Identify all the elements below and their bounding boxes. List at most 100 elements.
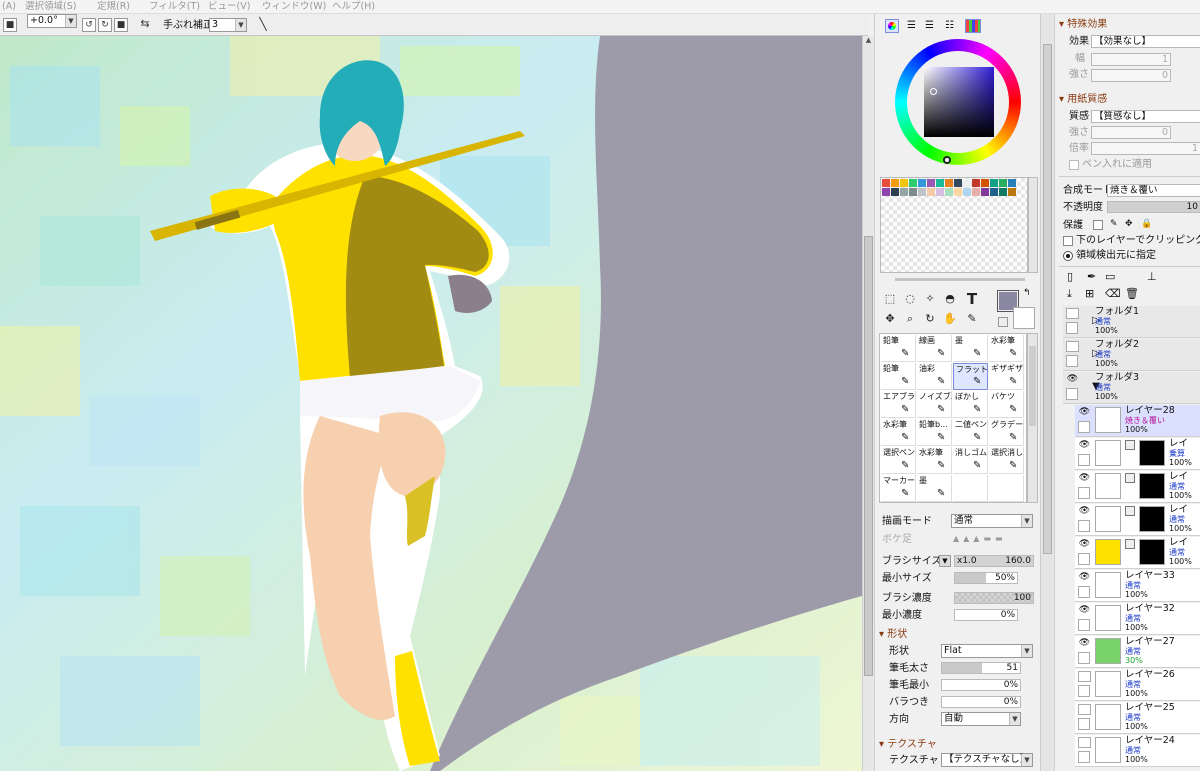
palette-scrollbar[interactable]	[1028, 177, 1038, 273]
move-icon[interactable]: ✥	[881, 310, 899, 328]
effects-section-header[interactable]: ▾ 特殊効果	[1059, 18, 1107, 31]
ruler-icon[interactable]: ⊥	[1147, 270, 1157, 283]
brush-slot[interactable]: ぼかし ✎	[953, 391, 988, 418]
canvas-scroll-thumb[interactable]	[864, 236, 873, 676]
hand-icon[interactable]: ✋	[941, 310, 959, 328]
brush-slot[interactable]: 墨 ✎	[917, 475, 952, 502]
palette-swatch[interactable]	[990, 179, 998, 187]
rotate-right-icon[interactable]: ↻	[98, 18, 112, 32]
brush-scroll-thumb[interactable]	[1029, 346, 1036, 426]
texture-dropdown[interactable]: 【テクスチャなし】 ▼	[941, 753, 1033, 767]
clipping-checkbox[interactable]	[1063, 236, 1073, 246]
text-tool-icon[interactable]: T	[963, 290, 981, 308]
visibility-eye-icon[interactable]: 👁	[1078, 506, 1091, 517]
flip-horizontal-icon[interactable]: ⇆	[138, 18, 152, 32]
palette-swatch[interactable]	[1008, 179, 1016, 187]
link-icon[interactable]	[1125, 440, 1135, 450]
palette-swatch[interactable]	[945, 188, 953, 196]
stop-icon[interactable]: ■	[3, 18, 17, 32]
palette-swatch[interactable]	[909, 188, 917, 196]
palette-swatch[interactable]	[945, 179, 953, 187]
layer-row[interactable]: レイヤー25 通常 100%	[1075, 702, 1200, 734]
drawing-canvas[interactable]	[0, 36, 862, 771]
bristle-width-slider[interactable]: 51	[941, 662, 1021, 674]
transfer-down-icon[interactable]: ⤓	[1067, 287, 1072, 301]
layer-row[interactable]: 👁 レイ 乗算 100%	[1075, 438, 1200, 470]
canvas-vertical-scrollbar[interactable]: ▲	[862, 36, 874, 771]
palette-swatch[interactable]	[963, 179, 971, 187]
min-density-slider[interactable]: 0%	[954, 609, 1018, 621]
swatch-grid-icon[interactable]	[965, 19, 981, 33]
brush-slot[interactable]: 鉛筆b... ✎	[917, 419, 952, 446]
new-folder-icon[interactable]: ▭	[1105, 270, 1115, 283]
palette-swatch[interactable]	[882, 188, 890, 196]
lock-icon[interactable]: 🔒	[1141, 219, 1152, 229]
clear-layer-icon[interactable]: ⌫	[1105, 287, 1121, 300]
brush-slot[interactable]: 鉛筆 ✎	[881, 363, 916, 390]
palette-swatch[interactable]	[963, 188, 971, 196]
layer-lock-checkbox[interactable]	[1078, 718, 1090, 730]
merge-down-icon[interactable]: ⊞	[1085, 287, 1094, 300]
palette-swatch[interactable]	[891, 179, 899, 187]
magic-wand-icon[interactable]: ✧	[921, 290, 939, 308]
palette-swatch[interactable]	[900, 179, 908, 187]
selection-source-radio[interactable]	[1063, 251, 1073, 261]
straight-line-icon[interactable]: ╲	[256, 18, 270, 32]
draw-mode-dropdown[interactable]: 通常 ▼	[951, 514, 1033, 528]
brush-scrollbar[interactable]	[1027, 333, 1038, 503]
layer-lock-checkbox[interactable]	[1078, 619, 1090, 631]
visibility-eye-icon[interactable]	[1066, 308, 1079, 319]
brush-slot[interactable]: 線画 ✎	[917, 335, 952, 362]
scroll-up-icon[interactable]: ▲	[864, 36, 873, 46]
visibility-eye-icon[interactable]: 👁	[1078, 638, 1091, 649]
link-icon[interactable]	[1125, 473, 1135, 483]
layer-folder[interactable]: 👁 ▼ フォルダ3 通常 100%	[1063, 372, 1200, 404]
brush-slot[interactable]: グラデーション ✎	[989, 419, 1024, 446]
link-icon[interactable]	[1125, 539, 1135, 549]
tool-panel-scrollbar[interactable]	[1040, 14, 1054, 771]
visibility-eye-icon[interactable]: 👁	[1078, 539, 1091, 550]
rotate-left-icon[interactable]: ↺	[82, 18, 96, 32]
effect-dropdown[interactable]: 【効果なし】	[1091, 35, 1200, 48]
stabilizer-dropdown[interactable]: 3 ▼	[209, 18, 247, 32]
menu-item-filter[interactable]: フィルタ(T)	[149, 0, 200, 13]
palette-swatch[interactable]	[936, 179, 944, 187]
blend-mode-dropdown[interactable]: 焼き＆覆い	[1107, 184, 1200, 197]
bristle-min-slider[interactable]: 0%	[941, 679, 1021, 691]
effect-strength-field[interactable]: 0	[1091, 69, 1171, 82]
layer-lock-checkbox[interactable]	[1078, 454, 1090, 466]
brush-slot[interactable]: 水彩筆 ✎	[989, 335, 1024, 362]
new-layer-icon[interactable]: ▯	[1067, 270, 1073, 283]
palette-swatch[interactable]	[999, 179, 1007, 187]
menu-item-view[interactable]: ビュー(V)	[208, 0, 250, 13]
pen-icon[interactable]: ✎	[1110, 219, 1118, 229]
eyedropper-icon[interactable]: ✎	[963, 310, 981, 328]
move-icon[interactable]: ✥	[1125, 219, 1133, 229]
layer-row[interactable]: レイヤー26 通常 100%	[1075, 669, 1200, 701]
shape-dropdown[interactable]: Flat ▼	[941, 644, 1033, 658]
rect-select-icon[interactable]: ⬚	[881, 290, 899, 308]
hue-picker-cursor[interactable]	[943, 156, 951, 164]
layer-folder[interactable]: ▷ フォルダ2 通常 100%	[1063, 339, 1200, 371]
swatch-list-icon[interactable]: ☷	[945, 20, 959, 32]
layer-lock-checkbox[interactable]	[1078, 685, 1090, 697]
opacity-slider[interactable]: 10	[1107, 201, 1200, 213]
brush-density-slider[interactable]: 100	[954, 592, 1034, 604]
layer-lock-checkbox[interactable]	[1078, 652, 1090, 664]
layer-lock-checkbox[interactable]	[1078, 553, 1090, 565]
palette-swatch[interactable]	[972, 179, 980, 187]
direction-dropdown[interactable]: 自動 ▼	[941, 712, 1021, 726]
shape-section-header[interactable]: ▾ 形状	[879, 628, 907, 641]
palette-swatch[interactable]	[981, 188, 989, 196]
swatch-palette[interactable]	[880, 177, 1028, 273]
brush-slot[interactable]: 墨 ✎	[953, 335, 988, 362]
protect-transparency-checkbox[interactable]	[1093, 220, 1103, 230]
menu-item-ruler[interactable]: 定規(R)	[97, 0, 130, 13]
layer-row[interactable]: 👁 レイ 通常 100%	[1075, 504, 1200, 536]
menu-item-a[interactable]: (A)	[2, 0, 16, 13]
blur-edge-shapes[interactable]: ▲▲▲▬▬	[953, 534, 1033, 544]
paper-section-header[interactable]: ▾ 用紙質感	[1059, 93, 1107, 106]
chevron-down-icon[interactable]: ▼	[939, 555, 951, 567]
palette-swatch[interactable]	[909, 179, 917, 187]
layer-row[interactable]: レイヤー24 通常 100%	[1075, 735, 1200, 767]
